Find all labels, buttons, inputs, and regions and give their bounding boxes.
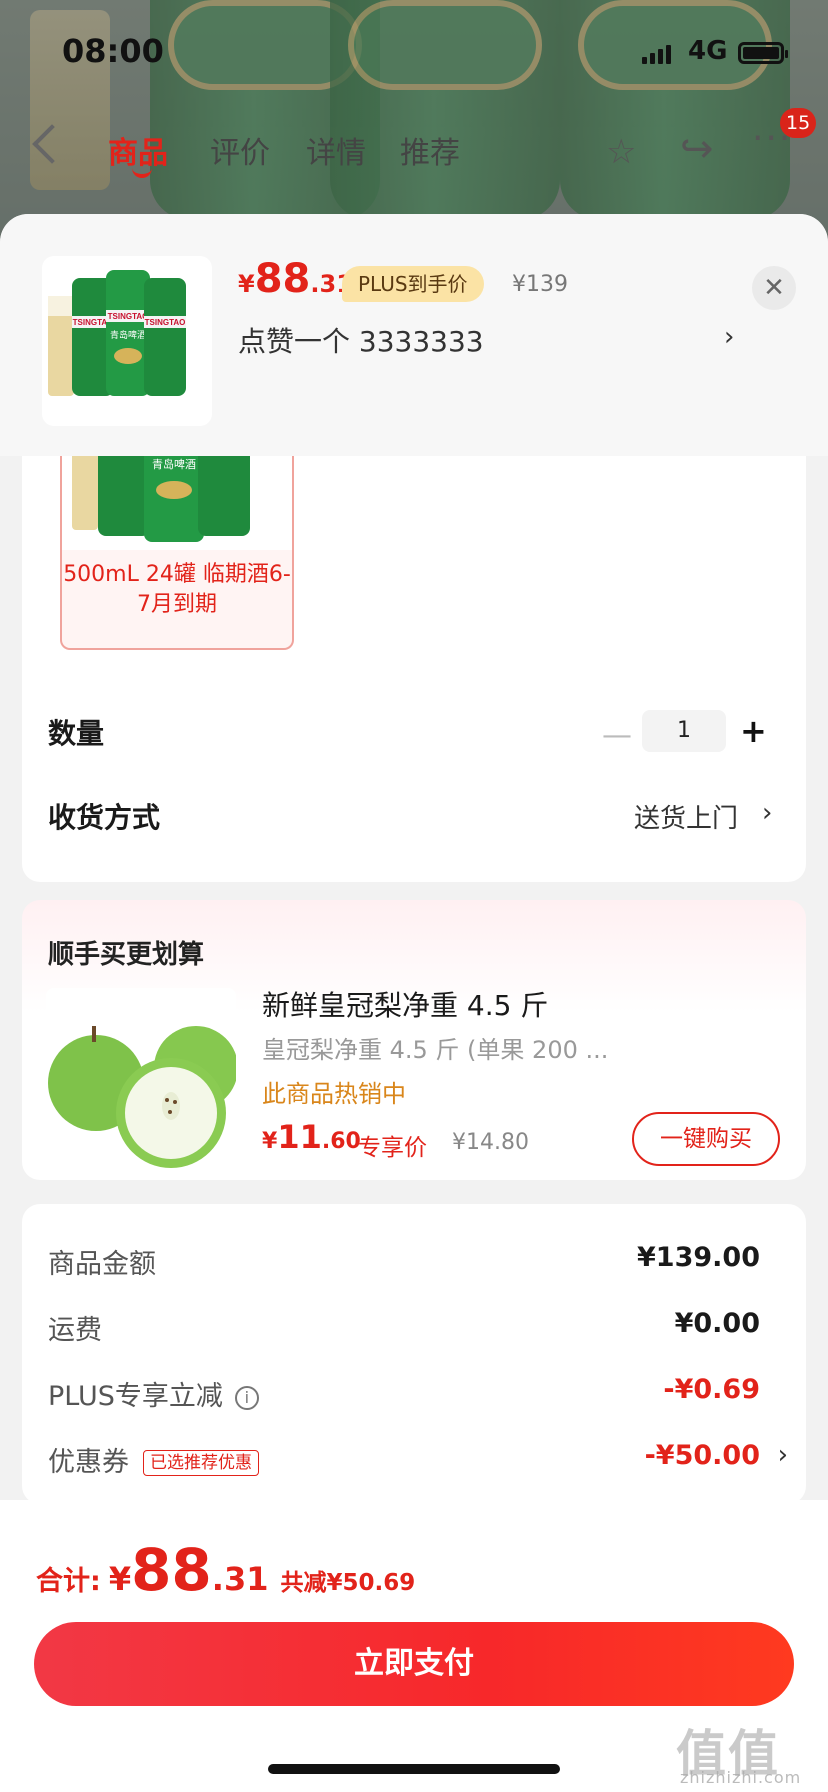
delivery-method-label: 收货方式	[48, 801, 161, 834]
info-icon[interactable]: i	[234, 1386, 259, 1410]
svg-text:青岛啤酒: 青岛啤酒	[152, 457, 196, 471]
price-summary-card: 商品金额 ¥139.00 运费 ¥0.00 PLUS专享立减 i -¥0.69 优…	[22, 1204, 806, 1504]
network-type: 4G	[688, 36, 728, 66]
plus-discount-row: PLUS专享立减 i -¥0.69	[48, 1374, 788, 1414]
share-icon[interactable]: ↪	[680, 126, 714, 172]
site-watermark-url: zhizhizhi.com	[680, 1768, 802, 1787]
goods-amount-label: 商品金额	[48, 1249, 156, 1280]
original-price: ¥139	[512, 272, 568, 297]
quantity-label: 数量	[48, 717, 105, 750]
chevron-right-icon[interactable]: ›	[762, 798, 772, 828]
add-on-product-name[interactable]: 新鲜皇冠梨净重 4.5 斤	[262, 984, 548, 1024]
product-thumbnail: TSINGTAO TSINGTAO 青岛啤酒 TSINGTAO	[42, 256, 212, 426]
checkout-footer: 合计:¥88.31共减¥50.69 立即支付 值值值 zhizhizhi.com	[0, 1500, 828, 1792]
quantity-decrease-button[interactable]: —	[602, 718, 632, 753]
shipping-label: 运费	[48, 1315, 102, 1346]
coupon-row[interactable]: 优惠券 已选推荐优惠 -¥50.00 ›	[48, 1440, 788, 1480]
tab-reviews[interactable]: 评价	[210, 128, 270, 172]
tab-recommend[interactable]: 推荐	[400, 128, 460, 172]
sku-options-card: TSINGTAO TSINGTAO 青岛啤酒 TSINGTAO 500mL 24…	[22, 420, 806, 882]
battery-level	[743, 47, 779, 59]
add-on-deal-card: 顺手买更划算 新鲜皇冠梨净重 4.5 斤 皇冠梨净重 4.5 斤 (单果 200…	[22, 900, 806, 1180]
sku-option-label: 500mL 24罐 临期酒6-7月到期	[63, 562, 291, 617]
quantity-increase-button[interactable]: +	[740, 712, 767, 750]
pay-now-button[interactable]: 立即支付	[34, 1622, 794, 1706]
coupon-selected-tag: 已选推荐优惠	[143, 1450, 259, 1476]
svg-text:青岛啤酒: 青岛啤酒	[110, 329, 146, 341]
sheet-header: TSINGTAO TSINGTAO 青岛啤酒 TSINGTAO ¥88.31 P…	[0, 214, 828, 456]
svg-text:TSINGTAO: TSINGTAO	[145, 318, 186, 327]
quantity-input[interactable]: 1	[642, 710, 726, 752]
goods-amount-row: 商品金额 ¥139.00	[48, 1242, 788, 1282]
chevron-right-icon[interactable]: ›	[724, 322, 734, 352]
product-top-nav: 商品 评价 详情 推荐 ☆ ↪ ··· 15	[0, 108, 828, 178]
selected-spec[interactable]: 点赞一个 3333333	[238, 320, 484, 360]
plus-discount-label-wrap: PLUS专享立减 i	[48, 1374, 259, 1413]
home-indicator[interactable]	[268, 1764, 560, 1774]
shipping-value: ¥0.00	[674, 1308, 760, 1339]
plus-discount-value: -¥0.69	[663, 1374, 760, 1405]
one-click-buy-button[interactable]: 一键购买	[632, 1112, 780, 1166]
order-total: 合计: ¥88.31 共减¥50.69	[36, 1536, 416, 1604]
signal-icon	[642, 44, 671, 64]
star-icon[interactable]: ☆	[606, 132, 636, 172]
sale-price: ¥88.31	[238, 256, 353, 302]
delivery-method-value[interactable]: 送货上门	[634, 798, 738, 835]
cart-count-badge: 15	[780, 108, 817, 138]
chevron-right-icon[interactable]: ›	[778, 1440, 788, 1470]
active-tab-indicator	[132, 168, 152, 178]
shipping-row: 运费 ¥0.00	[48, 1308, 788, 1348]
tab-goods[interactable]: 商品	[108, 128, 168, 172]
plus-discount-label: PLUS专享立减	[48, 1381, 223, 1412]
add-on-product-desc: 皇冠梨净重 4.5 斤 (单果 200 ...	[262, 1036, 609, 1064]
close-button[interactable]: ✕	[752, 266, 796, 310]
add-on-price: ¥11.60	[262, 1118, 361, 1156]
total-saved: 共减¥50.69	[280, 1570, 416, 1596]
tab-details[interactable]: 详情	[306, 128, 366, 172]
back-icon[interactable]	[32, 124, 72, 164]
status-bar: 08:00 4G	[0, 0, 828, 100]
coupon-label: 优惠券	[48, 1447, 129, 1478]
battery-icon	[738, 42, 788, 64]
exclusive-price-label: 专享价	[358, 1135, 427, 1161]
pear-product-image[interactable]	[46, 988, 238, 1178]
beer-cans-image: TSINGTAO TSINGTAO 青岛啤酒 TSINGTAO	[48, 270, 186, 396]
add-on-deal-title: 顺手买更划算	[48, 940, 205, 970]
status-time: 08:00	[62, 32, 164, 70]
plus-price-tag: PLUS到手价	[342, 266, 484, 302]
svg-text:TSINGTAO: TSINGTAO	[108, 312, 149, 321]
goods-amount-value: ¥139.00	[637, 1242, 760, 1273]
add-on-original-price: ¥14.80	[452, 1130, 529, 1155]
total-label: 合计:	[36, 1566, 101, 1597]
hot-selling-label: 此商品热销中	[262, 1080, 406, 1108]
coupon-label-wrap: 优惠券 已选推荐优惠	[48, 1440, 259, 1479]
coupon-value: -¥50.00	[644, 1440, 760, 1471]
